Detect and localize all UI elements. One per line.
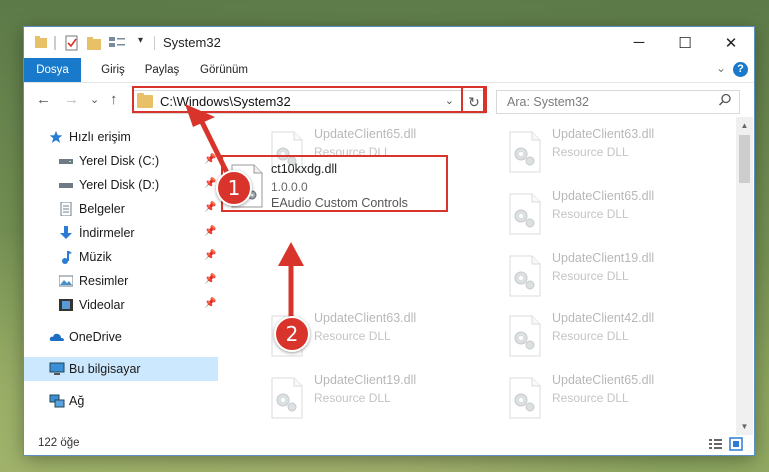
annotation-arrows [185, 104, 304, 325]
step-2-badge: 2 [274, 316, 310, 352]
step-1-badge: 1 [216, 170, 252, 206]
